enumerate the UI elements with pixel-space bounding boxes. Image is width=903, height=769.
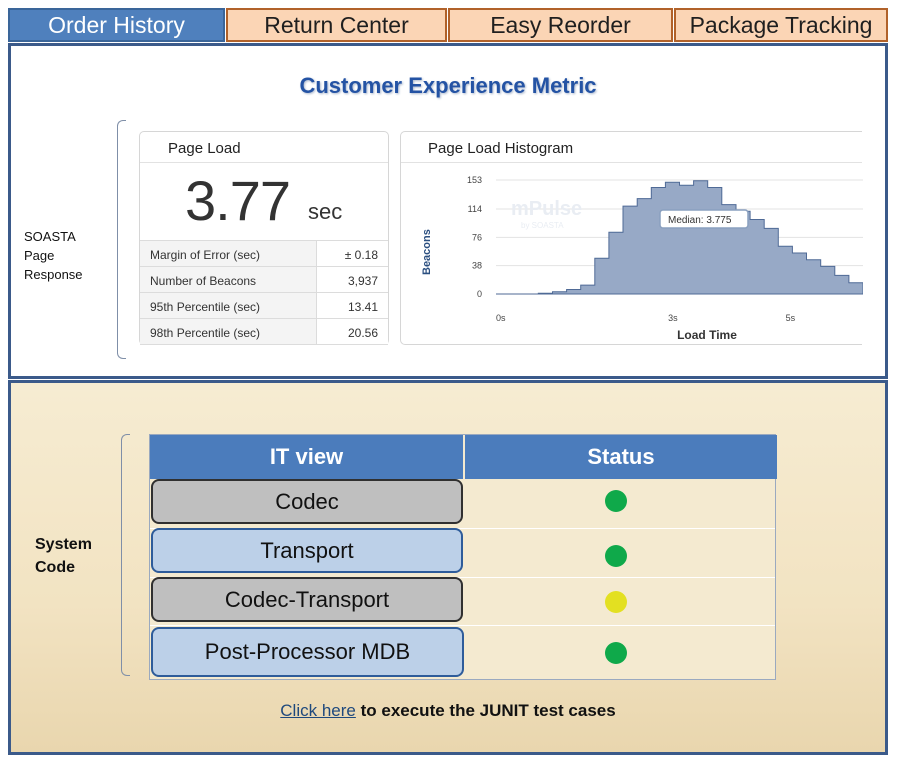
- it-view-codec[interactable]: Codec: [151, 479, 463, 524]
- tab-package-tracking[interactable]: Package Tracking: [674, 8, 888, 42]
- page-load-value: 3.77: [185, 169, 291, 232]
- soasta-label-line: Page: [24, 248, 55, 263]
- soasta-label-line: SOASTA: [24, 229, 76, 244]
- metric-title: Customer Experience Metric: [299, 73, 597, 98]
- it-view-table: IT view Status Codec Transport Codec-Tra…: [149, 434, 777, 680]
- column-header-it-view: IT view: [150, 435, 463, 479]
- stat-label: 98th Percentile (sec): [150, 326, 261, 340]
- y-tick-label: 38: [472, 261, 482, 271]
- y-tick-label: 76: [472, 232, 482, 242]
- card-divider: [140, 162, 388, 163]
- histogram-title: Page Load Histogram: [428, 140, 574, 157]
- it-view-post-processor-mdb[interactable]: Post-Processor MDB: [151, 627, 464, 677]
- median-tooltip: Median: 3.775: [659, 209, 749, 229]
- click-here-link[interactable]: Click here: [280, 701, 356, 720]
- stat-value: 3,937: [316, 267, 388, 292]
- stat-value: ± 0.18: [316, 241, 388, 266]
- status-indicator: [605, 490, 627, 512]
- bracket: [117, 120, 126, 359]
- bracket: [121, 434, 130, 676]
- it-view-codec-transport[interactable]: Codec-Transport: [151, 577, 463, 622]
- y-tick-labels: 153 114 76 38 0: [467, 175, 482, 299]
- status-indicator: [605, 642, 627, 664]
- tab-easy-reorder[interactable]: Easy Reorder: [448, 8, 673, 42]
- junit-instruction: Click here to execute the JUNIT test cas…: [11, 701, 885, 721]
- junit-instruction-text: to execute the JUNIT test cases: [355, 701, 616, 720]
- stat-value: 20.56: [316, 319, 388, 344]
- status-indicator: [605, 591, 627, 613]
- histogram-chart: 153 114 76 38 0 0s 3s 5s mPulse by SOASTA Medi…: [421, 175, 863, 342]
- row-divider: [150, 625, 775, 626]
- mpulse-watermark-sub: by SOASTA: [521, 221, 564, 230]
- median-tooltip-text: Median: 3.775: [668, 215, 732, 226]
- stats-table: Margin of Error (sec) ± 0.18 Number of B…: [140, 240, 388, 345]
- status-indicator: [605, 545, 627, 567]
- page-load-unit: sec: [308, 199, 343, 224]
- stat-row: 98th Percentile (sec) 20.56: [140, 319, 388, 345]
- soasta-label-line: Response: [24, 267, 83, 282]
- stat-label: Number of Beacons: [150, 274, 257, 288]
- stat-row: Margin of Error (sec) ± 0.18: [140, 241, 388, 267]
- it-view-transport[interactable]: Transport: [151, 528, 463, 573]
- y-tick-label: 114: [468, 204, 482, 214]
- x-tick-label: 5s: [786, 313, 796, 323]
- y-tick-label: 0: [477, 289, 482, 299]
- stat-label: Margin of Error (sec): [150, 248, 261, 262]
- page-load-card: Page Load 3.77 sec Margin of Error (sec)…: [139, 131, 389, 345]
- stat-value: 13.41: [316, 293, 388, 318]
- column-header-status: Status: [465, 435, 777, 479]
- stat-row: 95th Percentile (sec) 13.41: [140, 293, 388, 319]
- x-tick-label: 0s: [496, 313, 506, 323]
- system-panel: System Code IT view Status Codec Transpo…: [8, 380, 888, 755]
- mpulse-watermark: mPulse: [511, 198, 582, 220]
- x-axis-label: Load Time: [677, 328, 737, 342]
- y-tick-label: 153: [467, 175, 482, 185]
- stat-row: Number of Beacons 3,937: [140, 267, 388, 293]
- y-axis-label: Beacons: [421, 229, 433, 275]
- page-load-title: Page Load: [168, 140, 241, 157]
- system-code-label: System Code: [35, 533, 92, 579]
- metric-panel: Customer Experience Metric SOASTA Page R…: [8, 43, 888, 379]
- stat-label: 95th Percentile (sec): [150, 300, 261, 314]
- system-code-label-line: Code: [35, 559, 75, 576]
- tab-bar: Order History Return Center Easy Reorder…: [8, 8, 888, 42]
- system-code-label-line: System: [35, 536, 92, 553]
- soasta-label: SOASTA Page Response: [24, 227, 83, 284]
- tab-order-history[interactable]: Order History: [8, 8, 225, 42]
- tab-return-center[interactable]: Return Center: [226, 8, 447, 42]
- x-tick-label: 3s: [668, 313, 678, 323]
- x-tick-labels: 0s 3s 5s: [496, 313, 796, 323]
- histogram-card: Page Load Histogram 153 114 76 38 0 0s 3s 5s m…: [400, 131, 863, 345]
